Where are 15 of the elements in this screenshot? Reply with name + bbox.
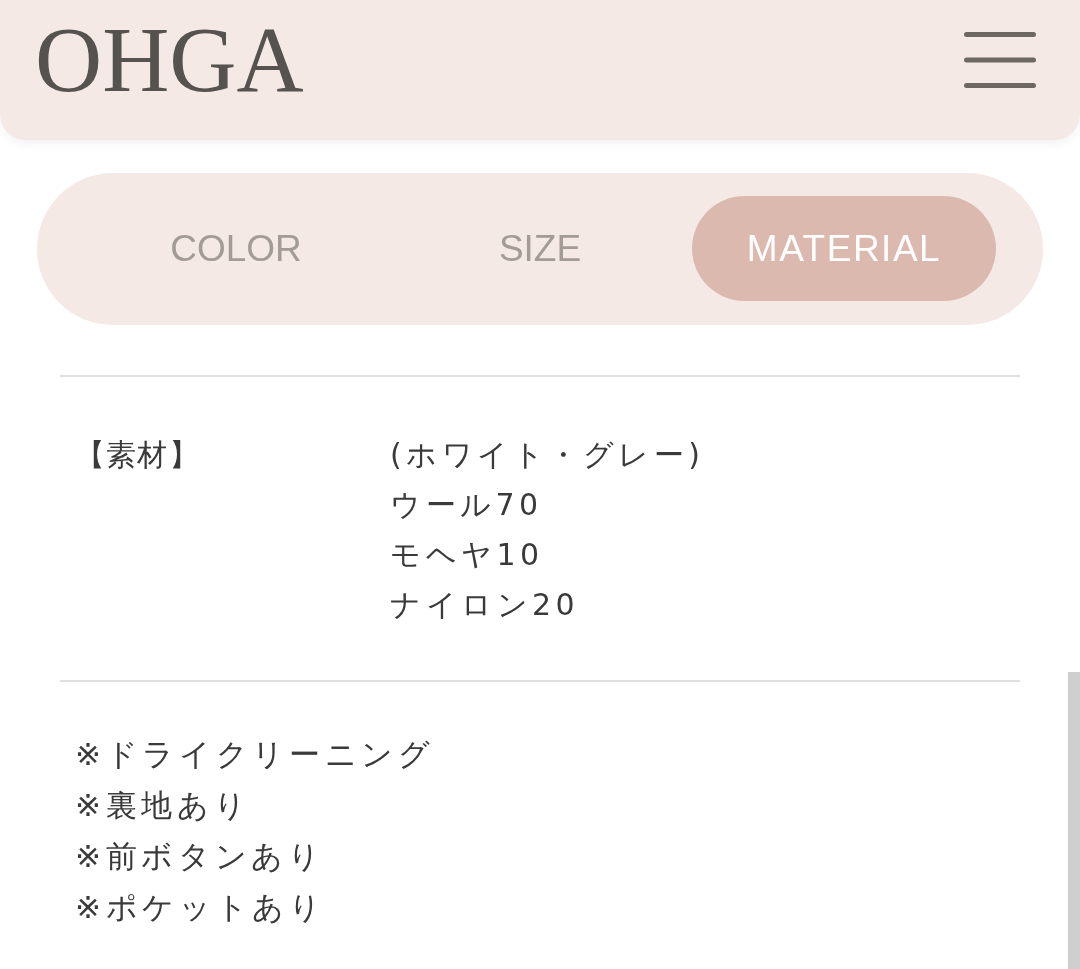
spec-value: ウール70	[390, 486, 543, 524]
menu-icon[interactable]	[964, 32, 1036, 88]
tab[interactable]: MATERIAL	[692, 196, 996, 301]
note-text: ※前ボタンあり	[75, 837, 325, 876]
note-text: ※裏地あり	[75, 786, 251, 825]
logo[interactable]: OHGA	[35, 12, 304, 106]
tab[interactable]: SIZE	[388, 196, 692, 301]
scrollbar-thumb[interactable]	[1068, 672, 1080, 969]
note-text: ※ポケットあり	[75, 888, 326, 927]
spec-value: ナイロン20	[390, 586, 580, 624]
spec-value: モヘヤ10	[390, 536, 544, 574]
tab[interactable]: COLOR	[84, 196, 388, 301]
spec-value: (ホワイト・グレー)	[390, 436, 705, 474]
note-text: ※ドライクリーニング	[75, 735, 435, 774]
spec-label: 【素材】	[75, 436, 201, 474]
